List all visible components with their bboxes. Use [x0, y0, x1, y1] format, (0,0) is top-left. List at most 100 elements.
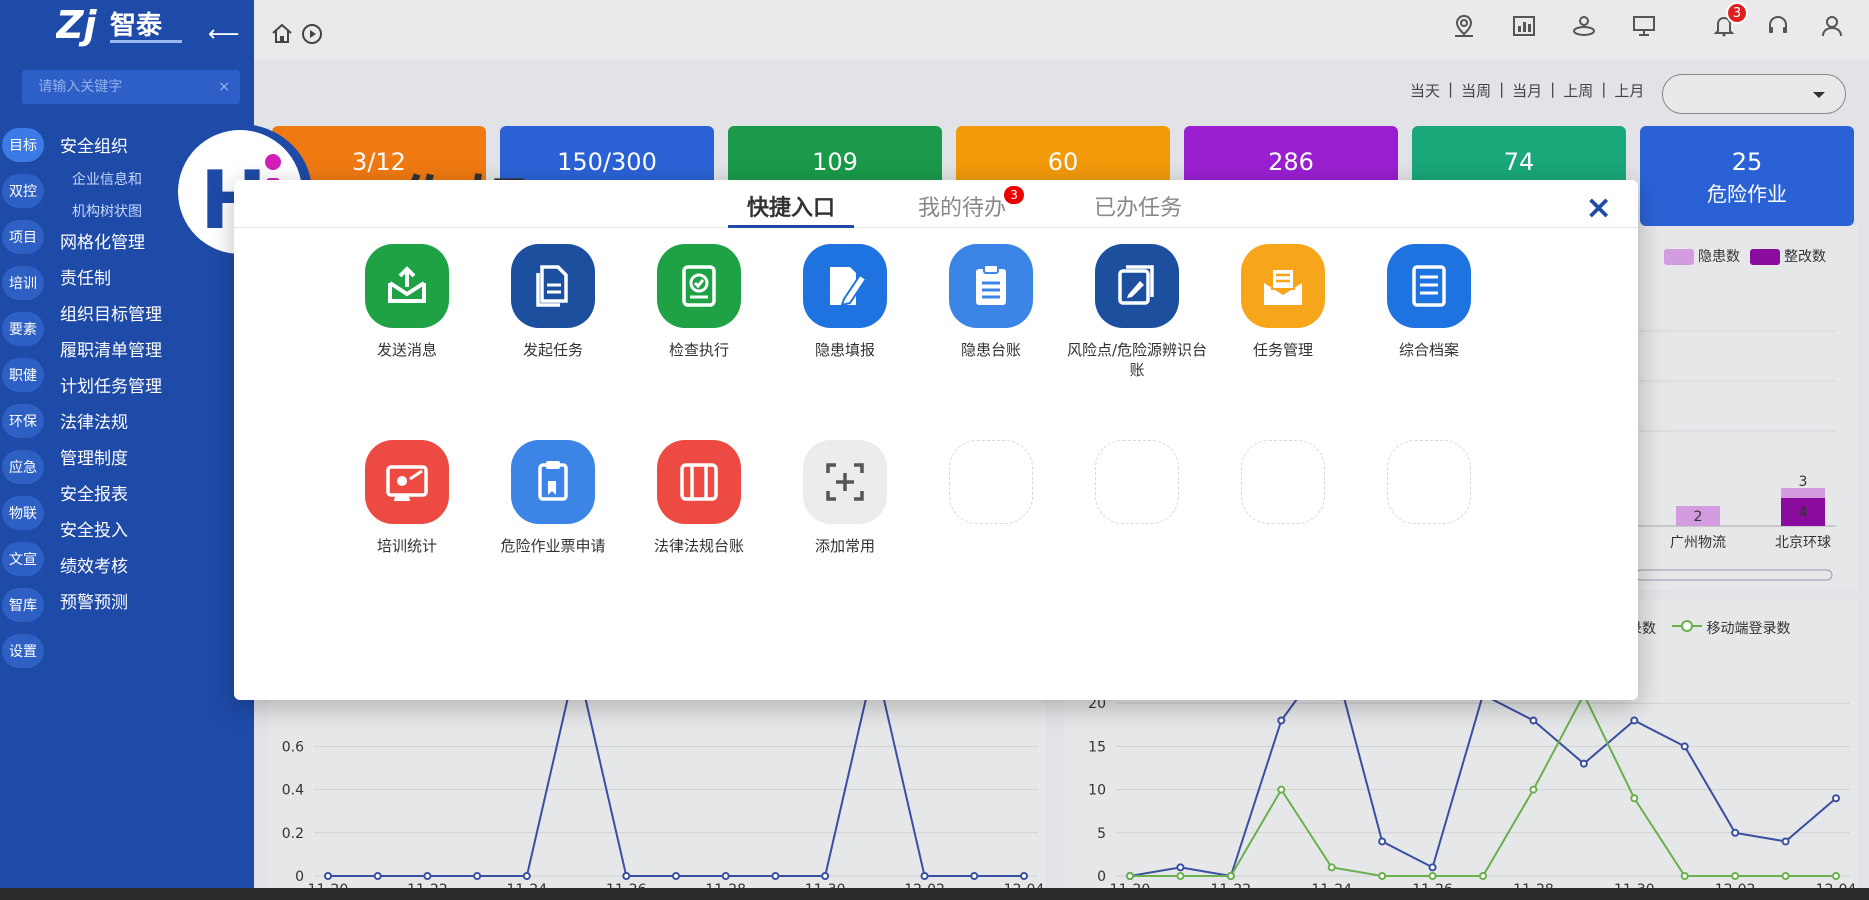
- menu-item-performance[interactable]: 绩效考核›: [60, 546, 244, 582]
- menu-item-plan-tasks[interactable]: 计划任务管理›: [60, 366, 244, 402]
- rail-item-environment[interactable]: 环保: [2, 404, 44, 438]
- menu-item-label: 安全投入: [60, 520, 128, 541]
- shortcut-tile[interactable]: 风险点/危险源辨识台账: [1064, 244, 1210, 380]
- data-point: [1277, 716, 1286, 725]
- monitor-icon[interactable]: [1630, 12, 1658, 40]
- rail-item-training[interactable]: 培训: [2, 266, 44, 300]
- bar-chart-legend: 隐患数 整改数: [1664, 246, 1826, 266]
- data-point: [1327, 863, 1336, 872]
- menu-item-label: 网格化管理: [60, 232, 145, 253]
- shortcut-label: 隐患填报: [814, 341, 875, 359]
- empty-shortcut-slot: [918, 440, 1064, 524]
- bar-value-label: 2: [1694, 509, 1703, 525]
- bell-icon[interactable]: 3: [1710, 2, 1748, 40]
- data-point: [1226, 872, 1235, 880]
- empty-shortcut-slot: [1064, 440, 1210, 524]
- rail-item-knowledge[interactable]: 智库: [2, 588, 44, 622]
- bar-chart-icon[interactable]: [1510, 12, 1538, 40]
- rail-item-settings[interactable]: 设置: [2, 634, 44, 668]
- data-point: [1020, 872, 1028, 880]
- period-divider: |: [1499, 80, 1505, 98]
- search-input[interactable]: [38, 79, 213, 95]
- play-circle-icon[interactable]: [298, 20, 326, 48]
- data-point: [1277, 785, 1286, 794]
- shortcut-label: 法律法规台账: [653, 537, 744, 555]
- menu-item-warning[interactable]: 预警预测›: [60, 582, 244, 618]
- data-point: [1529, 716, 1538, 725]
- menu-item-org-goals[interactable]: 组织目标管理›: [60, 294, 244, 330]
- robot-icon[interactable]: [1570, 12, 1598, 40]
- shortcut-tile[interactable]: 检查执行: [626, 244, 772, 360]
- user-icon[interactable]: [1818, 12, 1846, 40]
- rail-item-iot[interactable]: 物联: [2, 496, 44, 530]
- sub-item-company-info[interactable]: 企业信息和: [72, 164, 142, 194]
- task-management-icon: [1241, 244, 1325, 328]
- shortcut-tile[interactable]: 危险作业票申请: [480, 440, 626, 556]
- tab-my-todo[interactable]: 我的待办 3: [918, 186, 1025, 228]
- headset-icon[interactable]: [1764, 12, 1792, 40]
- menu-item-policies[interactable]: 管理制度›: [60, 438, 244, 474]
- tab-quick-access[interactable]: 快捷入口: [728, 190, 854, 228]
- shortcut-tile[interactable]: 隐患台账: [918, 244, 1064, 360]
- period-today[interactable]: 当天: [1410, 80, 1440, 101]
- period-last-week[interactable]: 上周: [1563, 80, 1593, 101]
- menu-item-label: 责任制: [60, 268, 111, 289]
- menu-item-laws[interactable]: 法律法规›: [60, 402, 244, 438]
- rail-item-emergency[interactable]: 应急: [2, 450, 44, 484]
- close-icon[interactable]: ×: [1585, 188, 1612, 226]
- empty-shortcut-slot: [1356, 440, 1502, 524]
- start-task-icon: [511, 244, 595, 328]
- collapse-sidebar-icon[interactable]: ⟵: [208, 22, 240, 47]
- period-this-week[interactable]: 当周: [1461, 80, 1491, 101]
- hazard-ledger-icon: [949, 244, 1033, 328]
- search-clear-icon[interactable]: ×: [218, 79, 230, 95]
- data-point: [423, 872, 432, 880]
- todo-count-badge: 3: [1004, 186, 1025, 204]
- rail-item-health[interactable]: 职健: [2, 358, 44, 392]
- map-pin-icon[interactable]: [1450, 12, 1478, 40]
- rail-item-dual-control[interactable]: 双控: [2, 174, 44, 208]
- period-select[interactable]: [1662, 74, 1846, 114]
- data-point: [1630, 716, 1639, 725]
- data-point: [1680, 742, 1689, 751]
- data-point: [672, 872, 680, 880]
- y-tick-label: 0.2: [282, 826, 304, 842]
- shortcut-tile[interactable]: 法律法规台账: [626, 440, 772, 556]
- data-point: [1832, 872, 1840, 880]
- shortcut-tile[interactable]: 发送消息: [334, 244, 480, 360]
- data-point: [1731, 872, 1740, 880]
- empty-slot-placeholder: [949, 440, 1033, 524]
- home-icon[interactable]: [268, 20, 296, 48]
- shortcut-tile[interactable]: 培训统计: [334, 440, 480, 556]
- bar-chart-panel: 广州物流 北京环球 2 4 3: [1635, 226, 1858, 590]
- rail-item-elements[interactable]: 要素: [2, 312, 44, 346]
- rail-item-publicity[interactable]: 文宣: [2, 542, 44, 576]
- modal-tabs: 快捷入口 我的待办 3 已办任务 ×: [234, 180, 1638, 228]
- rail-item-target[interactable]: 目标: [2, 128, 44, 162]
- data-point: [1529, 785, 1538, 794]
- stat-card-value: 74: [1503, 148, 1535, 176]
- archive-icon: [1387, 244, 1471, 328]
- menu-item-reports[interactable]: 安全报表›: [60, 474, 244, 510]
- shortcut-tile[interactable]: 发起任务: [480, 244, 626, 360]
- stat-card[interactable]: 25 危险作业: [1640, 126, 1854, 226]
- shortcut-tile[interactable]: 添加常用: [772, 440, 918, 556]
- period-this-month[interactable]: 当月: [1512, 80, 1542, 101]
- bar-chart: 广州物流 北京环球 2 4 3: [1635, 330, 1836, 581]
- rail-item-project[interactable]: 项目: [2, 220, 44, 254]
- menu-item-duty-list[interactable]: 履职清单管理›: [60, 330, 244, 366]
- send-message-icon: [365, 244, 449, 328]
- shortcut-tile[interactable]: 任务管理: [1210, 244, 1356, 360]
- data-point: [970, 872, 979, 880]
- data-point: [1579, 759, 1588, 768]
- x-tick-label: 广州物流: [1670, 535, 1726, 551]
- brand-logo: Zj 智泰: [55, 2, 186, 52]
- tab-completed[interactable]: 已办任务: [1094, 190, 1182, 228]
- shortcut-tile[interactable]: 隐患填报: [772, 244, 918, 360]
- period-last-month[interactable]: 上月: [1614, 80, 1644, 101]
- chart-scrollbar[interactable]: [1635, 569, 1833, 581]
- app-root: Zj 智泰 ⟵ × 目标 双控 项目 培训 要素 职健 环保 应急 物联 文宣 …: [0, 0, 1869, 900]
- shortcut-tile[interactable]: 综合档案: [1356, 244, 1502, 360]
- shortcut-label: 危险作业票申请: [500, 537, 606, 555]
- menu-item-investment[interactable]: 安全投入›: [60, 510, 244, 546]
